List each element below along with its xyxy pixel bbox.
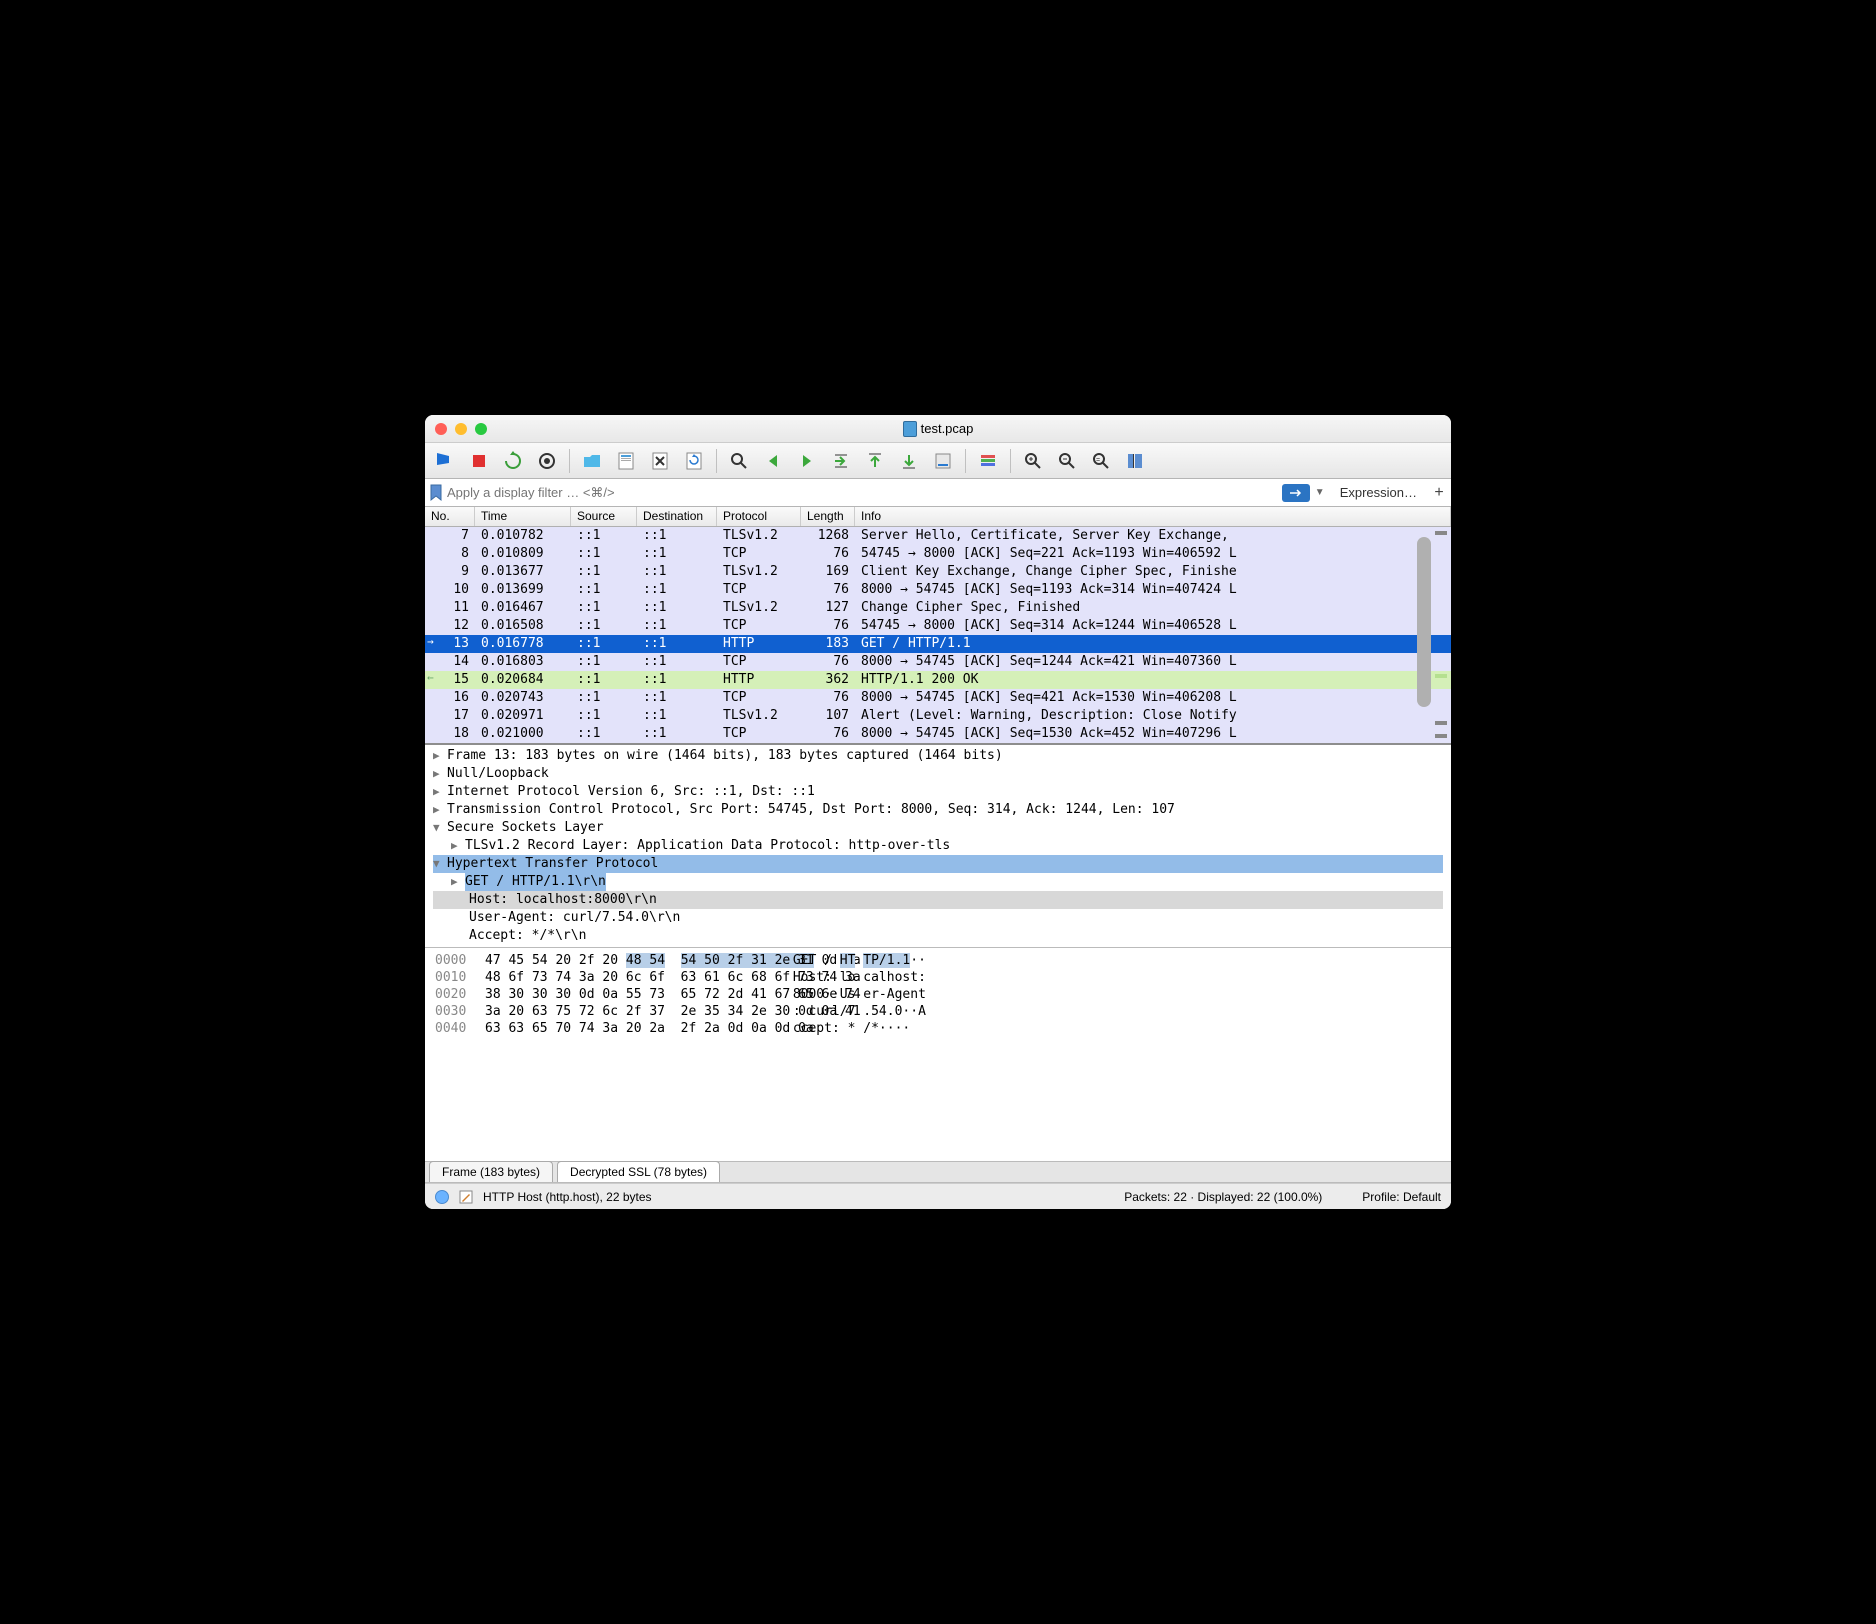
zoom-out-button[interactable] — [1053, 447, 1081, 475]
col-length[interactable]: Length — [801, 507, 855, 526]
packet-row[interactable]: 160.020743::1::1TCP768000 → 54745 [ACK] … — [425, 689, 1451, 707]
packet-bytes[interactable]: 000047 45 54 20 2f 20 48 54 54 50 2f 31 … — [425, 947, 1451, 1041]
options-button[interactable] — [533, 447, 561, 475]
window-title: test.pcap — [425, 421, 1451, 437]
add-filter-button[interactable]: + — [1431, 484, 1447, 502]
detail-tcp[interactable]: ▶Transmission Control Protocol, Src Port… — [433, 801, 1443, 819]
bytes-tabs: Frame (183 bytes) Decrypted SSL (78 byte… — [425, 1161, 1451, 1183]
title-label: test.pcap — [921, 421, 974, 436]
col-destination[interactable]: Destination — [637, 507, 717, 526]
toolbar-separator — [569, 449, 570, 473]
packet-minimap[interactable] — [1435, 527, 1447, 743]
col-time[interactable]: Time — [475, 507, 571, 526]
goto-button[interactable] — [827, 447, 855, 475]
packet-row[interactable]: 140.016803::1::1TCP768000 → 54745 [ACK] … — [425, 653, 1451, 671]
bytes-padding — [425, 1041, 1451, 1161]
toolbar-separator — [1010, 449, 1011, 473]
autoscroll-button[interactable] — [929, 447, 957, 475]
col-source[interactable]: Source — [571, 507, 637, 526]
bookmark-icon[interactable] — [429, 484, 443, 502]
detail-ip[interactable]: ▶Internet Protocol Version 6, Src: ::1, … — [433, 783, 1443, 801]
col-info[interactable]: Info — [855, 507, 1451, 526]
detail-null[interactable]: ▶Null/Loopback — [433, 765, 1443, 783]
tab-decrypted-ssl[interactable]: Decrypted SSL (78 bytes) — [557, 1161, 720, 1182]
status-packets: Packets: 22 · Displayed: 22 (100.0%) — [1124, 1190, 1322, 1204]
prev-button[interactable] — [759, 447, 787, 475]
zoom-in-button[interactable] — [1019, 447, 1047, 475]
packet-row[interactable]: 120.016508::1::1TCP7654745 → 8000 [ACK] … — [425, 617, 1451, 635]
fin-icon[interactable] — [431, 447, 459, 475]
main-toolbar: = — [425, 443, 1451, 479]
packet-row[interactable]: 110.016467::1::1TLSv1.2127Change Cipher … — [425, 599, 1451, 617]
detail-ssl[interactable]: ▼Secure Sockets Layer — [433, 819, 1443, 837]
packet-list-header[interactable]: No. Time Source Destination Protocol Len… — [425, 507, 1451, 527]
packet-row[interactable]: 70.010782::1::1TLSv1.21268Server Hello, … — [425, 527, 1451, 545]
colorize-button[interactable] — [974, 447, 1002, 475]
display-filter-input[interactable] — [447, 485, 1278, 500]
detail-tls[interactable]: ▶TLSv1.2 Record Layer: Application Data … — [433, 837, 1443, 855]
tab-frame[interactable]: Frame (183 bytes) — [429, 1161, 553, 1182]
expert-info-icon[interactable] — [435, 1190, 449, 1204]
packet-row[interactable]: 180.021000::1::1TCP768000 → 54745 [ACK] … — [425, 725, 1451, 743]
status-profile[interactable]: Profile: Default — [1362, 1190, 1441, 1204]
edit-icon[interactable] — [459, 1190, 473, 1204]
packet-row[interactable]: 90.013677::1::1TLSv1.2169Client Key Exch… — [425, 563, 1451, 581]
close-file-button[interactable] — [646, 447, 674, 475]
hex-row[interactable]: 00303a 20 63 75 72 6c 2f 37 2e 35 34 2e … — [435, 1003, 1441, 1020]
detail-ua[interactable]: User-Agent: curl/7.54.0\r\n — [433, 909, 1443, 927]
open-button[interactable] — [578, 447, 606, 475]
filter-history-dropdown[interactable]: ▼ — [1314, 484, 1326, 502]
detail-http[interactable]: ▼Hypertext Transfer Protocol — [433, 855, 1443, 873]
resize-cols-button[interactable] — [1121, 447, 1149, 475]
packet-row[interactable]: 130.016778::1::1HTTP183GET / HTTP/1.1 — [425, 635, 1451, 653]
packet-row[interactable]: 170.020971::1::1TLSv1.2107Alert (Level: … — [425, 707, 1451, 725]
response-arrow-icon: ← — [427, 671, 434, 684]
hex-row[interactable]: 001048 6f 73 74 3a 20 6c 6f 63 61 6c 68 … — [435, 969, 1441, 986]
svg-text:=: = — [1096, 457, 1100, 464]
filter-bar: ▼ Expression… + — [425, 479, 1451, 507]
packet-details[interactable]: ▶Frame 13: 183 bytes on wire (1464 bits)… — [425, 743, 1451, 947]
hex-row[interactable]: 002038 30 30 30 0d 0a 55 73 65 72 2d 41 … — [435, 986, 1441, 1003]
apply-filter-button[interactable] — [1282, 484, 1310, 502]
detail-frame[interactable]: ▶Frame 13: 183 bytes on wire (1464 bits)… — [433, 747, 1443, 765]
titlebar[interactable]: test.pcap — [425, 415, 1451, 443]
restart-button[interactable] — [499, 447, 527, 475]
request-arrow-icon: → — [427, 635, 434, 648]
status-field: HTTP Host (http.host), 22 bytes — [483, 1190, 652, 1204]
hex-row[interactable]: 004063 63 65 70 74 3a 20 2a 2f 2a 0d 0a … — [435, 1020, 1441, 1037]
detail-get[interactable]: ▶GET / HTTP/1.1\r\n — [433, 873, 1443, 891]
hex-row[interactable]: 000047 45 54 20 2f 20 48 54 54 50 2f 31 … — [435, 952, 1441, 969]
capture-file-icon — [903, 421, 917, 437]
save-button[interactable] — [612, 447, 640, 475]
packet-row[interactable]: 100.013699::1::1TCP768000 → 54745 [ACK] … — [425, 581, 1451, 599]
expression-button[interactable]: Expression… — [1330, 485, 1427, 500]
packet-row[interactable]: 150.020684::1::1HTTP362HTTP/1.1 200 OK — [425, 671, 1451, 689]
detail-host[interactable]: Host: localhost:8000\r\n — [433, 891, 1443, 909]
reload-button[interactable] — [680, 447, 708, 475]
stop-button[interactable] — [465, 447, 493, 475]
next-button[interactable] — [793, 447, 821, 475]
col-protocol[interactable]: Protocol — [717, 507, 801, 526]
toolbar-separator — [965, 449, 966, 473]
toolbar-separator — [716, 449, 717, 473]
packet-row[interactable]: 80.010809::1::1TCP7654745 → 8000 [ACK] S… — [425, 545, 1451, 563]
find-button[interactable] — [725, 447, 753, 475]
zoom-reset-button[interactable]: = — [1087, 447, 1115, 475]
first-button[interactable] — [861, 447, 889, 475]
col-no[interactable]: No. — [425, 507, 475, 526]
scrollbar-thumb[interactable] — [1417, 537, 1431, 707]
status-bar: HTTP Host (http.host), 22 bytes Packets:… — [425, 1183, 1451, 1209]
app-window: test.pcap = ▼ Expression… + — [425, 415, 1451, 1209]
last-button[interactable] — [895, 447, 923, 475]
detail-accept[interactable]: Accept: */*\r\n — [433, 927, 1443, 945]
packet-list[interactable]: → ← 70.010782::1::1TLSv1.21268Server Hel… — [425, 527, 1451, 743]
